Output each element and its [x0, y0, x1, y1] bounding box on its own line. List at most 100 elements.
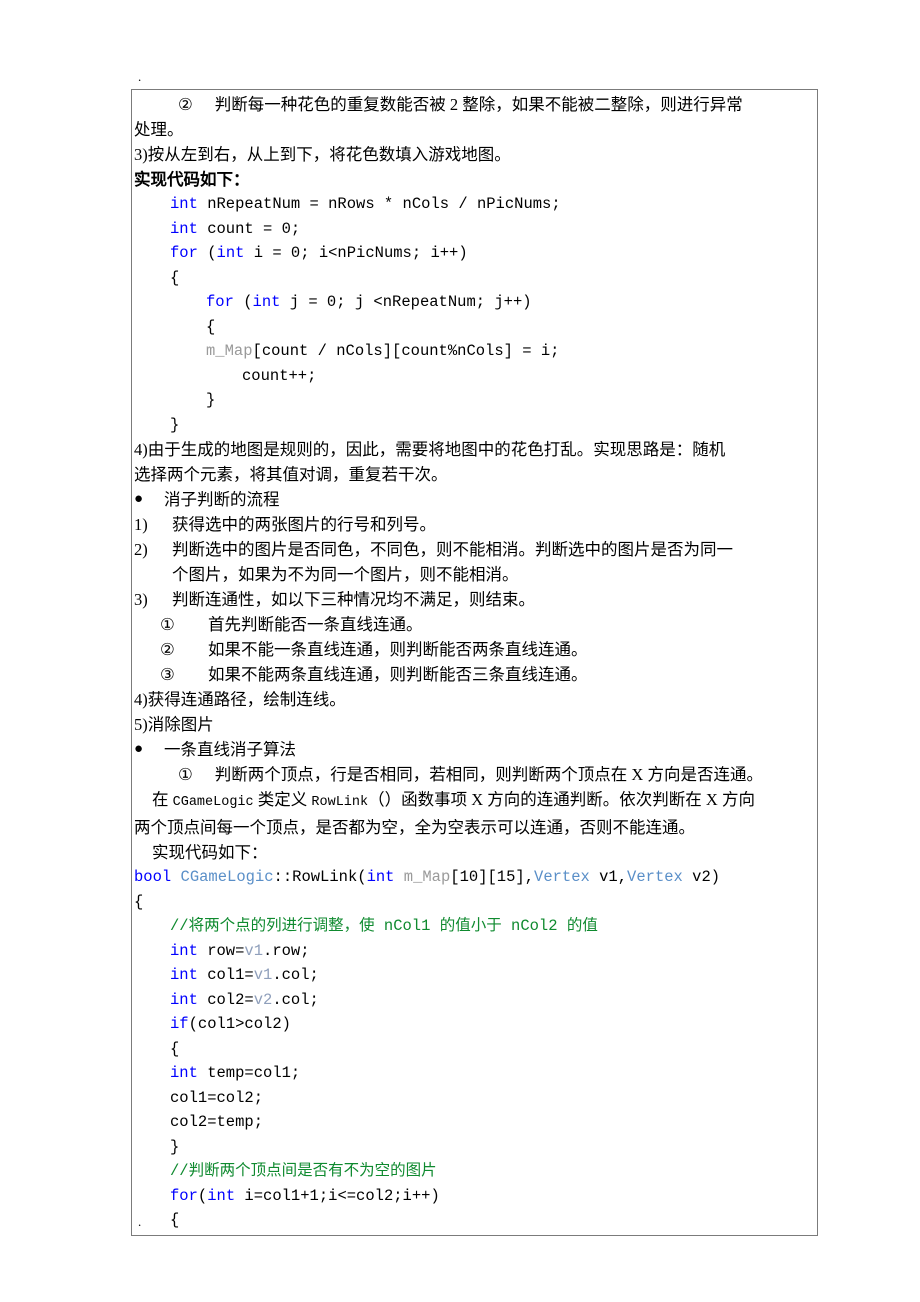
code-line: int row=v1.row; — [134, 939, 814, 964]
code-token-cmt: //将两个点的列进行调整，使 nCol1 的值小于 nCol2 的值 — [170, 917, 598, 935]
code-token-kw: int — [170, 941, 198, 960]
list-item: 3) 判断连通性，如以下三种情况均不满足，则结束。 — [134, 587, 814, 612]
rowlink-paragraph-line-2: 两个顶点间每一个顶点，是否都为空，全为空表示可以连通，否则不能连通。 — [134, 818, 695, 837]
circled-item-2-continuation: 处理。 — [134, 120, 184, 139]
rowlink-paragraph-mid: 类定义 — [253, 790, 312, 809]
sub-list-item-text: 如果不能一条直线连通，则判断能否两条直线连通。 — [208, 640, 588, 659]
code-line: //判断两个顶点间是否有不为空的图片 — [134, 1159, 814, 1184]
code-line: m_Map[count / nCols][count%nCols] = i; — [134, 339, 814, 364]
code-token: [count / nCols][count%nCols] = i; — [252, 342, 560, 360]
code-token-kw: int — [216, 244, 245, 262]
code-block-1: int nRepeatNum = nRows * nCols / nPicNum… — [134, 192, 814, 437]
circled-item-2-marker: ② — [178, 95, 193, 114]
code-token-kw: for — [170, 1186, 198, 1205]
code-line: int col1=v1.col; — [134, 963, 814, 988]
sub-list-item: ③ 如果不能两条直线连通，则判断能否三条直线连通。 — [134, 662, 814, 687]
code-token: .col; — [272, 966, 319, 984]
code-line: col2=temp; — [134, 1110, 814, 1135]
sub-list-item-marker: ② — [160, 640, 175, 659]
numbered-list: 1) 获得选中的两张图片的行号和列号。 2) 判断选中的图片是否同色，不同色，则不能相… — [134, 512, 814, 612]
stray-mark-bottom: . — [138, 1214, 142, 1229]
code-token: col1= — [197, 966, 254, 984]
step-4-line-2: 选择两个元素，将其值对调，重复若干次。 — [134, 465, 448, 484]
code-token: ::RowLink( — [273, 868, 367, 886]
code-token-kw: int — [170, 990, 198, 1009]
code-token-kw: int — [170, 219, 198, 238]
code-block-2: bool CGameLogic::RowLink(int m_Map[10][1… — [134, 865, 814, 1233]
document-page: . ② 判断每一种花色的重复数能否被 2 整除，如果不能被二整除，则进行异常 处理… — [0, 0, 920, 1302]
rowlink-paragraph-line-1: 在 CGameLogic 类定义 RowLink（）函数事项 X 方向的连通判断… — [134, 787, 814, 815]
sub-list-item-text: 首先判断能否一条直线连通。 — [208, 615, 423, 634]
code-line: int count = 0; — [134, 217, 814, 242]
code-token: { — [206, 317, 216, 336]
code-line: } — [134, 413, 814, 438]
sub-list-item-marker: ③ — [160, 665, 175, 684]
sub-list-item-text: 如果不能两条直线连通，则判断能否三条直线连通。 — [208, 665, 588, 684]
code-token: col2=temp; — [170, 1113, 264, 1131]
code-token: { — [170, 1039, 180, 1058]
list-item-line: 获得选中的两张图片的行号和列号。 — [172, 515, 436, 534]
code-token: { — [134, 892, 144, 911]
code-token-kw: int — [366, 868, 395, 886]
rowlink-paragraph-post: （）函数事项 X 方向的连通判断。依次判断在 X 方向 — [368, 790, 755, 809]
circled-item-2: ② 判断每一种花色的重复数能否被 2 整除，如果不能被二整除，则进行异常 — [134, 92, 814, 117]
code-token: count = 0; — [197, 219, 301, 238]
code-line: int col2=v2.col; — [134, 988, 814, 1013]
sub-circled-item-1: ① 判断两个顶点，行是否相同，若相同，则判断两个顶点在 X 方向是否连通。 — [134, 762, 814, 787]
code-line: for (int j = 0; j <nRepeatNum; j++) — [134, 290, 814, 315]
code-token: } — [206, 391, 216, 409]
step-3-paragraph: 3)按从左到右，从上到下，将花色数填入游戏地图。 — [134, 145, 511, 164]
rowlink-class-name: CGameLogic — [172, 795, 254, 810]
code-token-lvar: v1 — [244, 941, 264, 960]
code-line: { — [134, 266, 814, 291]
code-token: nRepeatNum = nRows * nCols / nPicNums; — [197, 195, 561, 213]
sub-circled-item-1-marker: ① — [178, 765, 193, 784]
list-item-line: 判断选中的图片是否同色，不同色，则不能相消。判断选中的图片是否为同一 — [172, 540, 733, 559]
code-token: i=col1+1;i<=col2;i++) — [235, 1186, 440, 1205]
code-token-kw: int — [170, 966, 198, 984]
code-token: col2= — [197, 990, 254, 1009]
code-token: { — [170, 268, 180, 287]
list-item-marker: 1) — [134, 515, 148, 534]
code-line: { — [134, 1208, 814, 1233]
code-token-kw: int — [170, 1064, 198, 1082]
list-item-line: 个图片，如果为不为同一个图片，则不能相消。 — [172, 565, 519, 584]
list-item: 2) 判断选中的图片是否同色，不同色，则不能相消。判断选中的图片是否为同一 个图片，… — [134, 537, 814, 587]
code-line: { — [134, 890, 814, 915]
code-line: if(col1>col2) — [134, 1012, 814, 1037]
code-token: [10][15], — [450, 868, 535, 886]
rowlink-paragraph-pre: 在 — [152, 790, 173, 809]
code-token-kw: for — [170, 244, 198, 262]
bullet-item-elimination-flow: ● 消子判断的流程 — [134, 487, 814, 512]
circled-item-2-text: 判断每一种花色的重复数能否被 2 整除，如果不能被二整除，则进行异常 — [214, 95, 743, 114]
code-token-cls: Vertex — [534, 868, 590, 886]
code-token-kw: int — [207, 1186, 236, 1205]
step-4-line-1: 4)由于生成的地图是规则的，因此，需要将地图中的花色打乱。实现思路是：随机 — [134, 440, 726, 459]
list-item-marker: 3) — [134, 590, 148, 609]
bullet-item-line-algorithm-text: 一条直线消子算法 — [164, 740, 296, 759]
sub-circled-list: ① 首先判断能否一条直线连通。 ② 如果不能一条直线连通，则判断能否两条直线连通。 ③ 如… — [134, 612, 814, 687]
code-line: bool CGameLogic::RowLink(int m_Map[10][1… — [134, 865, 814, 890]
code-token: ( — [197, 244, 217, 262]
list-item-marker: 2) — [134, 540, 148, 559]
code-token-cmt: //判断两个顶点间是否有不为空的图片 — [170, 1162, 437, 1180]
rowlink-function-name: RowLink — [311, 795, 369, 810]
code-token-lvar: v1 — [253, 966, 273, 984]
code-token-var: m_Map — [403, 868, 451, 886]
code-token-kw: for — [206, 293, 234, 311]
code-token: ( — [197, 1186, 208, 1205]
code-line: for(int i=col1+1;i<=col2;i++) — [134, 1184, 814, 1209]
code-token: .col; — [272, 990, 319, 1009]
stray-mark-top: . — [138, 69, 142, 84]
bullet-item-elimination-flow-text: 消子判断的流程 — [164, 490, 280, 509]
list-item-line: 判断连通性，如以下三种情况均不满足，则结束。 — [172, 590, 535, 609]
list-item-body: 判断选中的图片是否同色，不同色，则不能相消。判断选中的图片是否为同一 个图片，如果… — [172, 537, 814, 587]
list-item-body: 判断连通性，如以下三种情况均不满足，则结束。 — [172, 587, 814, 612]
code-token: } — [170, 1137, 180, 1156]
code-token: v2) — [682, 868, 721, 886]
step-5-paragraph: 5)消除图片 — [134, 715, 214, 734]
code-line: { — [134, 315, 814, 340]
heading-implementation-code-1: 实现代码如下： — [134, 170, 250, 189]
code-token-lvar: v2 — [253, 990, 273, 1009]
